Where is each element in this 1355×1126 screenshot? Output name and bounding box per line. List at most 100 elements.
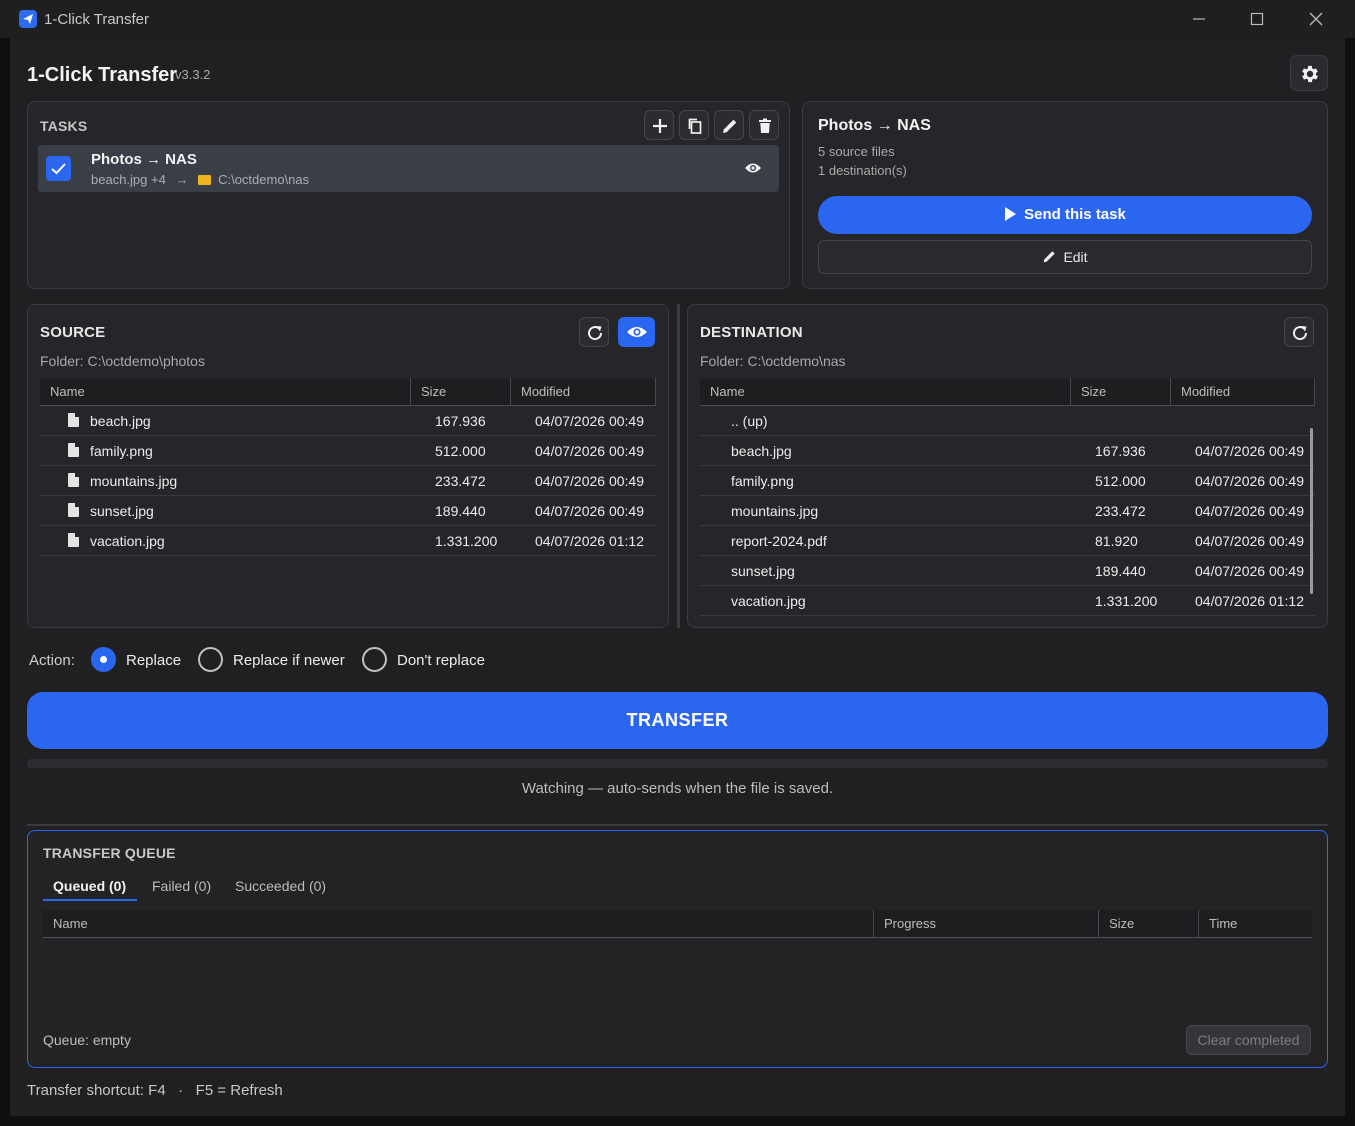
column-header-name[interactable]: Name — [43, 910, 874, 937]
refresh-icon — [1293, 326, 1308, 341]
table-row[interactable]: sunset.jpg 189.440 04/07/2026 00:49 — [40, 496, 656, 526]
check-icon — [51, 163, 66, 175]
file-modified: 04/07/2026 00:49 — [535, 503, 644, 519]
folder-icon — [198, 175, 212, 185]
file-modified: 04/07/2026 00:49 — [535, 443, 644, 459]
minimize-icon — [1193, 18, 1205, 20]
delete-task-button[interactable] — [749, 110, 779, 140]
table-row[interactable]: mountains.jpg 233.472 04/07/2026 00:49 — [700, 496, 1315, 526]
column-header-size[interactable]: Size — [1099, 910, 1199, 937]
file-size: 81.920 — [1095, 533, 1138, 549]
destination-refresh-button[interactable] — [1284, 317, 1314, 347]
file-modified: 04/07/2026 00:49 — [1195, 533, 1304, 549]
shortcut-hint-text: Transfer shortcut: F4 · F5 = Refresh — [27, 1082, 283, 1099]
pane-splitter[interactable] — [677, 304, 680, 628]
file-name: vacation.jpg — [90, 533, 165, 549]
plus-icon — [653, 119, 667, 133]
send-task-button[interactable]: Send this task — [818, 196, 1312, 234]
app-version: v3.3.2 — [175, 67, 211, 82]
file-size: 189.440 — [1095, 563, 1146, 579]
send-task-label: Send this task — [1024, 206, 1126, 223]
active-tab-indicator — [43, 899, 137, 901]
maximize-button[interactable] — [1228, 0, 1286, 38]
source-folder-path: Folder: C:\octdemo\photos — [40, 353, 205, 369]
destination-folder-path: Folder: C:\octdemo\nas — [700, 353, 846, 369]
maximize-icon — [1250, 12, 1264, 26]
app-icon — [19, 10, 37, 28]
file-size: 167.936 — [435, 413, 486, 429]
window-title-bar: 1-Click Transfer — [0, 0, 1355, 38]
file-size: 512.000 — [435, 443, 486, 459]
file-size: 233.472 — [1095, 503, 1146, 519]
task-checkbox[interactable] — [46, 156, 71, 181]
radio-replace-if-newer-indicator[interactable] — [198, 647, 223, 672]
close-button[interactable] — [1287, 0, 1345, 38]
table-row[interactable]: report-2024.pdf 81.920 04/07/2026 00:49 — [700, 526, 1315, 556]
column-header-time[interactable]: Time — [1199, 910, 1312, 937]
task-arrow: → — [175, 172, 189, 187]
source-table-header: Name Size Modified — [40, 378, 656, 406]
play-icon — [1005, 207, 1017, 221]
column-header-name[interactable]: Name — [40, 378, 411, 405]
edit-button[interactable]: Edit — [818, 240, 1312, 274]
file-modified: 04/07/2026 00:49 — [535, 413, 644, 429]
column-header-modified[interactable]: Modified — [1171, 378, 1315, 405]
column-header-size[interactable]: Size — [1071, 378, 1171, 405]
add-task-button[interactable] — [644, 110, 674, 140]
tasks-panel — [27, 101, 790, 289]
table-row[interactable]: family.png 512.000 04/07/2026 00:49 — [700, 466, 1315, 496]
file-modified: 04/07/2026 00:49 — [535, 473, 644, 489]
table-row[interactable]: vacation.jpg 1.331.200 04/07/2026 01:12 — [40, 526, 656, 556]
task-source: beach.jpg +4 — [91, 172, 166, 187]
file-size: 167.936 — [1095, 443, 1146, 459]
file-size: 1.331.200 — [1095, 593, 1158, 609]
source-watch-toggle[interactable] — [618, 317, 655, 347]
app-title: 1-Click Transfer — [27, 64, 178, 86]
file-name: mountains.jpg — [731, 503, 819, 519]
window-edge — [1345, 38, 1355, 1126]
settings-button[interactable] — [1290, 55, 1328, 91]
minimize-button[interactable] — [1170, 0, 1228, 38]
file-name: mountains.jpg — [90, 473, 178, 489]
column-header-progress[interactable]: Progress — [874, 910, 1099, 937]
window-title: 1-Click Transfer — [44, 11, 150, 28]
table-row[interactable]: vacation.jpg 1.331.200 04/07/2026 01:12 — [700, 586, 1315, 616]
up-directory-row[interactable]: .. (up) — [700, 406, 1315, 436]
destination-scrollbar[interactable] — [1310, 428, 1313, 594]
duplicate-task-button[interactable] — [679, 110, 709, 140]
table-row[interactable]: family.png 512.000 04/07/2026 00:49 — [40, 436, 656, 466]
source-refresh-button[interactable] — [579, 317, 609, 347]
queue-label: TRANSFER QUEUE — [43, 845, 176, 861]
clear-completed-button[interactable]: Clear completed — [1186, 1025, 1311, 1055]
transfer-queue-panel — [27, 830, 1328, 1068]
radio-replace-indicator[interactable] — [91, 647, 116, 672]
destination-table-header: Name Size Modified — [700, 378, 1315, 406]
file-modified: 04/07/2026 01:12 — [535, 533, 644, 549]
file-icon — [68, 503, 79, 517]
destination-count: 1 destination(s) — [818, 163, 907, 178]
queue-table-header: Name Progress Size Time — [43, 910, 1312, 938]
table-row[interactable]: beach.jpg 167.936 04/07/2026 00:49 — [40, 406, 656, 436]
file-size: 1.331.200 — [435, 533, 498, 549]
file-name: sunset.jpg — [731, 563, 795, 579]
transfer-button[interactable]: TRANSFER — [27, 692, 1328, 749]
tab-succeeded[interactable]: Succeeded (0) — [235, 878, 326, 894]
file-icon — [68, 533, 79, 547]
file-modified: 04/07/2026 00:49 — [1195, 503, 1304, 519]
table-row[interactable]: sunset.jpg 189.440 04/07/2026 00:49 — [700, 556, 1315, 586]
tab-failed[interactable]: Failed (0) — [152, 878, 211, 894]
tab-queued[interactable]: Queued (0) — [53, 878, 126, 894]
radio-dont-replace-label: Don't replace — [397, 652, 485, 669]
eye-icon[interactable] — [744, 161, 762, 175]
column-header-size[interactable]: Size — [411, 378, 511, 405]
table-row[interactable]: beach.jpg 167.936 04/07/2026 00:49 — [700, 436, 1315, 466]
column-header-name[interactable]: Name — [700, 378, 1071, 405]
edit-task-button[interactable] — [714, 110, 744, 140]
file-size: 512.000 — [1095, 473, 1146, 489]
task-item[interactable]: Photos → NAS beach.jpg +4 → C:\octdemo\n… — [38, 145, 779, 192]
file-icon — [68, 443, 79, 457]
radio-dont-replace-indicator[interactable] — [362, 647, 387, 672]
column-header-modified[interactable]: Modified — [511, 378, 656, 405]
table-row[interactable]: mountains.jpg 233.472 04/07/2026 00:49 — [40, 466, 656, 496]
file-name: vacation.jpg — [731, 593, 806, 609]
